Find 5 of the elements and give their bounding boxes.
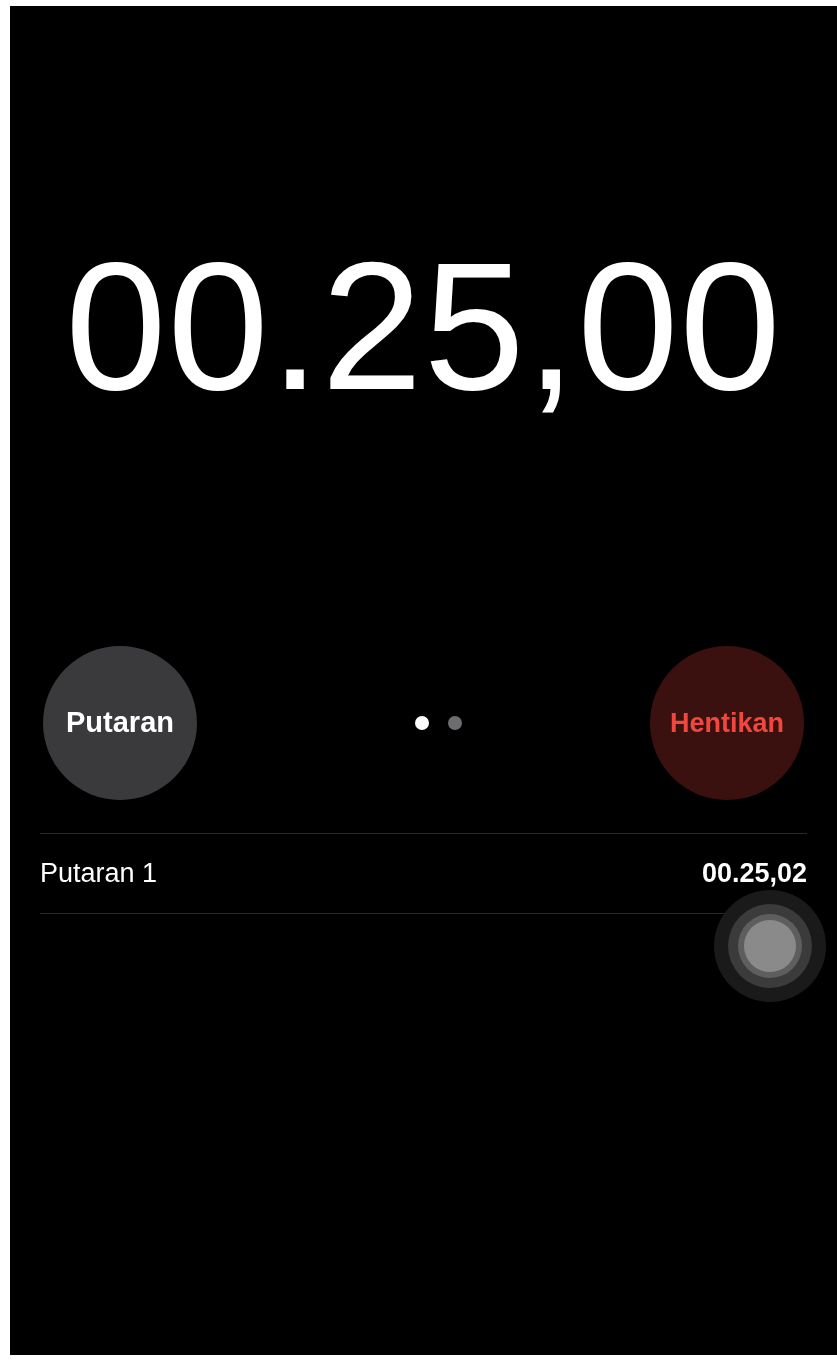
lap-time: 00.25,02 bbox=[701, 857, 807, 891]
lap-name: Putaran 1 bbox=[40, 857, 158, 891]
stop-button[interactable]: Hentikan bbox=[650, 646, 804, 800]
lap-button[interactable]: Putaran bbox=[43, 646, 197, 800]
timer-reading: 00.25,00 bbox=[65, 236, 782, 416]
